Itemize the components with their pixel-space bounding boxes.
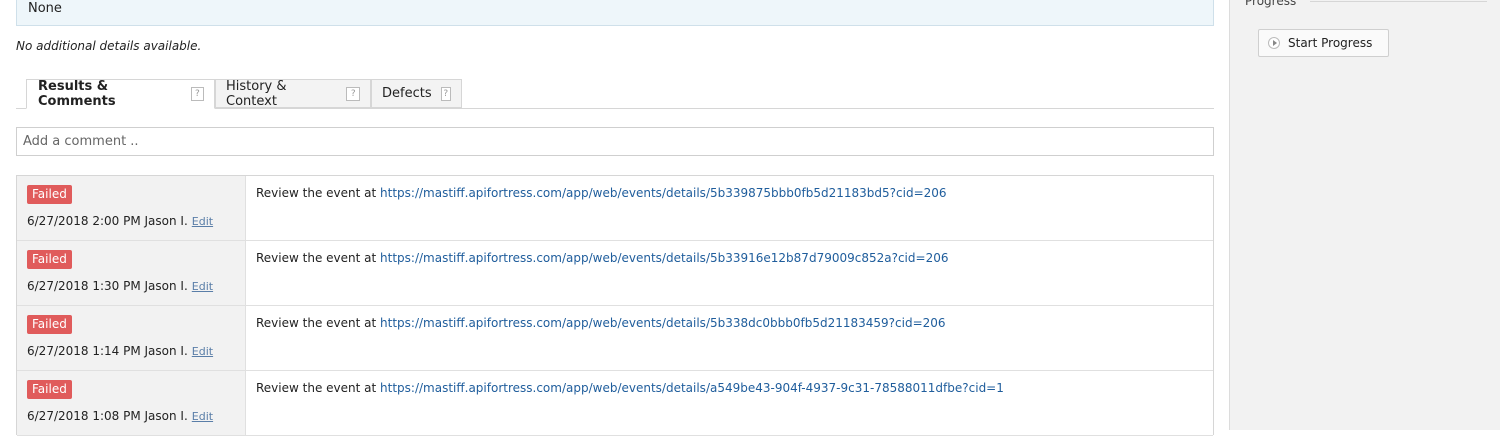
comment-prefix: Review the event at <box>256 316 381 330</box>
result-timestamp-author: 6/27/2018 1:30 PM Jason I. <box>27 279 188 293</box>
help-icon[interactable]: ? <box>440 86 451 101</box>
result-row: Failed 6/27/2018 2:00 PM Jason I. Edit Re… <box>17 176 1213 241</box>
tab-label: History & Context <box>226 78 287 109</box>
tab-history-context[interactable]: History & Context ? <box>215 78 371 109</box>
result-row: Failed 6/27/2018 1:30 PM Jason I. Edit Re… <box>17 241 1213 306</box>
event-link[interactable]: https://mastiff.apifortress.com/app/web/… <box>380 381 1004 395</box>
result-row: Failed 6/27/2018 1:14 PM Jason I. Edit Re… <box>17 306 1213 371</box>
tab-results-comments[interactable]: Results & Comments ? <box>26 79 215 109</box>
comment-prefix: Review the event at <box>256 381 381 395</box>
result-meta-cell: Failed 6/27/2018 2:00 PM Jason I. Edit <box>17 176 246 240</box>
sidebar: Progress Start Progress <box>1229 0 1500 430</box>
help-icon[interactable]: ? <box>190 87 204 101</box>
edit-link[interactable]: Edit <box>192 280 213 293</box>
edit-link[interactable]: Edit <box>192 410 213 423</box>
comment-input[interactable] <box>16 127 1214 156</box>
event-link[interactable]: https://mastiff.apifortress.com/app/web/… <box>380 186 947 200</box>
comment-prefix: Review the event at <box>256 186 381 200</box>
start-progress-label: Start Progress <box>1288 36 1373 50</box>
event-link[interactable]: https://mastiff.apifortress.com/app/web/… <box>380 251 948 265</box>
result-tabs: Results & Comments ? History & Context ?… <box>16 79 1214 109</box>
result-meta: 6/27/2018 1:14 PM Jason I. Edit <box>27 344 213 358</box>
help-icon[interactable]: ? <box>346 86 360 101</box>
result-timestamp-author: 6/27/2018 2:00 PM Jason I. <box>27 214 188 228</box>
tab-label: Defects <box>382 86 432 101</box>
results-list: Failed 6/27/2018 2:00 PM Jason I. Edit Re… <box>16 175 1214 436</box>
comment-prefix: Review the event at <box>256 251 381 265</box>
result-comment: Review the event at https://mastiff.apif… <box>256 381 1004 395</box>
event-link[interactable]: https://mastiff.apifortress.com/app/web/… <box>380 316 946 330</box>
progress-heading: Progress <box>1245 0 1297 8</box>
result-comment: Review the event at https://mastiff.apif… <box>256 316 946 330</box>
status-badge: Failed <box>27 380 72 399</box>
info-box: None <box>16 0 1214 26</box>
status-badge: Failed <box>27 250 72 269</box>
result-meta-cell: Failed 6/27/2018 1:08 PM Jason I. Edit <box>17 371 246 435</box>
result-meta: 6/27/2018 1:08 PM Jason I. Edit <box>27 409 213 423</box>
result-timestamp-author: 6/27/2018 1:08 PM Jason I. <box>27 409 188 423</box>
info-value: None <box>28 1 62 16</box>
result-timestamp-author: 6/27/2018 1:14 PM Jason I. <box>27 344 188 358</box>
result-meta-cell: Failed 6/27/2018 1:30 PM Jason I. Edit <box>17 241 246 305</box>
result-meta: 6/27/2018 2:00 PM Jason I. Edit <box>27 214 213 228</box>
status-badge: Failed <box>27 315 72 334</box>
status-badge: Failed <box>27 185 72 204</box>
edit-link[interactable]: Edit <box>192 345 213 358</box>
result-row: Failed 6/27/2018 1:08 PM Jason I. Edit Re… <box>17 371 1213 436</box>
play-circle-icon <box>1268 37 1280 49</box>
start-progress-button[interactable]: Start Progress <box>1258 29 1389 57</box>
progress-divider <box>1310 1 1487 2</box>
result-meta-cell: Failed 6/27/2018 1:14 PM Jason I. Edit <box>17 306 246 370</box>
edit-link[interactable]: Edit <box>192 215 213 228</box>
details-note: No additional details available. <box>16 39 202 53</box>
tab-defects[interactable]: Defects ? <box>371 79 462 108</box>
result-comment: Review the event at https://mastiff.apif… <box>256 251 948 265</box>
result-comment: Review the event at https://mastiff.apif… <box>256 186 947 200</box>
tab-label: Results & Comments <box>38 79 116 109</box>
result-meta: 6/27/2018 1:30 PM Jason I. Edit <box>27 279 213 293</box>
